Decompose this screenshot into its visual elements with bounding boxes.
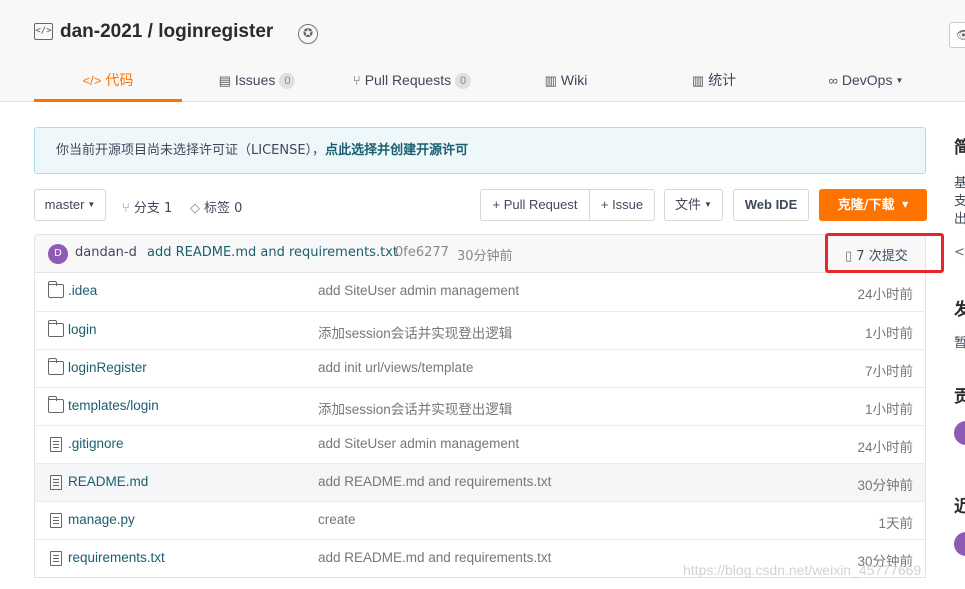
file-icon (50, 475, 62, 490)
file-commit-message[interactable]: add README.md and requirements.txt (318, 474, 551, 489)
sidebar-recent-heading: 近 (954, 497, 965, 517)
branch-icon: ⑂ (122, 201, 130, 216)
file-name[interactable]: requirements.txt (68, 550, 165, 565)
tab-devops[interactable]: ∞ DevOps ▼ (821, 66, 911, 102)
commit-time: 30分钟前 (457, 249, 513, 264)
web-ide-button[interactable]: Web IDE (733, 189, 809, 221)
chevron-down-icon: ▼ (704, 200, 712, 209)
folder-icon (48, 396, 64, 413)
table-row[interactable]: loginRegister add init url/views/templat… (35, 349, 925, 387)
tab-stats[interactable]: ▥ 统计 (689, 66, 739, 102)
repo-header: </> dan-2021 / loginregister ✪ 👁 </> 代码 ▤… (0, 0, 965, 102)
chevron-down-icon: ▼ (895, 76, 904, 85)
file-icon (50, 513, 62, 528)
file-commit-time: 24小时前 (857, 287, 913, 302)
file-name[interactable]: login (68, 322, 97, 337)
table-row[interactable]: manage.py create 1天前 (35, 501, 925, 539)
tab-code[interactable]: </> 代码 (34, 66, 182, 102)
latest-commit-bar: D dandan-d add README.md and requirement… (34, 234, 926, 273)
file-commit-message[interactable]: add README.md and requirements.txt (318, 550, 551, 565)
stats-icon: ▥ (691, 73, 705, 88)
tab-wiki[interactable]: ▥ Wiki (541, 66, 591, 102)
file-commit-time: 1小时前 (864, 402, 913, 417)
watch-button[interactable]: 👁 (949, 22, 965, 48)
file-name[interactable]: .gitignore (68, 436, 124, 451)
pull-requests-count: 0 (455, 73, 472, 89)
annotation-highlight-box (825, 233, 944, 273)
create-license-link[interactable]: 点此选择并创建开源许可 (325, 143, 468, 158)
file-commit-message[interactable]: add init url/views/template (318, 360, 473, 375)
tab-issues[interactable]: ▤ Issues 0 (216, 66, 298, 102)
file-commit-time: 30分钟前 (857, 478, 913, 493)
file-name[interactable]: loginRegister (68, 360, 147, 375)
file-commit-message[interactable]: 添加session会话并实现登出逻辑 (318, 322, 512, 342)
sidebar-release-text: 暂 (954, 336, 965, 351)
wiki-icon: ▥ (544, 73, 557, 88)
table-row[interactable]: .gitignore add SiteUser admin management… (35, 425, 925, 463)
avatar[interactable] (954, 421, 965, 445)
chevron-down-icon: ▼ (902, 200, 909, 209)
chevron-down-icon: ▼ (87, 200, 96, 209)
branch-select[interactable]: master ▼ (34, 189, 106, 221)
file-commit-time: 24小时前 (857, 440, 913, 455)
folder-icon (48, 281, 64, 298)
tag-icon: ◇ (190, 201, 200, 216)
folder-icon (48, 358, 64, 375)
file-name[interactable]: manage.py (68, 512, 135, 527)
commit-author[interactable]: dandan-d (75, 245, 137, 260)
code-icon: </> (82, 73, 102, 88)
file-name[interactable]: .idea (68, 283, 97, 298)
table-row[interactable]: login 添加session会话并实现登出逻辑 1小时前 (35, 311, 925, 349)
file-commit-message[interactable]: add SiteUser admin management (318, 436, 519, 451)
avatar[interactable]: D (48, 244, 68, 264)
file-commit-message[interactable]: create (318, 512, 356, 527)
devops-icon: ∞ (828, 73, 838, 88)
repo-title[interactable]: dan-2021 / loginregister (60, 21, 273, 43)
file-icon (50, 551, 62, 566)
avatar[interactable] (954, 532, 965, 556)
file-commit-message[interactable]: add SiteUser admin management (318, 283, 519, 298)
file-name[interactable]: templates/login (68, 398, 159, 413)
sidebar-code-marker: </ (954, 245, 965, 260)
sidebar-intro-line: 支 (954, 194, 965, 209)
watermark: https://blog.csdn.net/weixin_45777669 (683, 562, 922, 578)
sidebar-intro-heading: 简 (954, 138, 965, 158)
folder-icon (48, 320, 64, 337)
file-commit-time: 7小时前 (864, 364, 913, 379)
clone-download-button[interactable]: 克隆/下载 ▼ (819, 189, 927, 221)
file-commit-time: 1天前 (878, 516, 913, 531)
license-notice: 你当前开源项目尚未选择许可证（LICENSE），点此选择并创建开源许可 (34, 127, 926, 174)
table-row[interactable]: templates/login 添加session会话并实现登出逻辑 1小时前 (35, 387, 925, 425)
file-menu-button[interactable]: 文件 ▼ (664, 189, 723, 221)
repo-tabs: </> 代码 ▤ Issues 0 ⑂ Pull Requests 0 ▥ Wiki ▥ 统计… (0, 66, 965, 102)
sidebar-contrib-heading: 贡 (954, 387, 965, 407)
branches-link[interactable]: ⑂ 分支 1 (122, 197, 172, 216)
issues-icon: ▤ (218, 73, 231, 88)
tags-link[interactable]: ◇ 标签 0 (190, 197, 242, 216)
table-row[interactable]: .idea add SiteUser admin management 24小时… (35, 273, 925, 311)
tab-pull-requests[interactable]: ⑂ Pull Requests 0 (349, 66, 475, 102)
file-commit-message[interactable]: 添加session会话并实现登出逻辑 (318, 398, 512, 418)
commit-sha[interactable]: 0fe6277 (395, 245, 449, 260)
commit-message[interactable]: add README.md and requirements.txt (147, 245, 398, 260)
file-commit-time: 1小时前 (864, 326, 913, 341)
new-pull-request-button[interactable]: + Pull Request (480, 189, 590, 221)
table-row[interactable]: README.md add README.md and requirements… (35, 463, 925, 501)
new-issue-button[interactable]: + Issue (589, 189, 655, 221)
sidebar-intro-line: 基 (954, 176, 965, 191)
recommend-badge-icon[interactable]: ✪ (298, 24, 318, 44)
file-list: .idea add SiteUser admin management 24小时… (34, 273, 926, 578)
license-notice-text: 你当前开源项目尚未选择许可证（LICENSE）， (56, 143, 326, 158)
repo-code-icon: </> (34, 23, 53, 40)
sidebar-release-heading: 发 (954, 300, 965, 320)
issues-count: 0 (279, 73, 296, 89)
file-icon (50, 437, 62, 452)
sidebar-intro-line: 出 (954, 212, 965, 227)
file-name[interactable]: README.md (68, 474, 148, 489)
pull-request-icon: ⑂ (352, 73, 361, 88)
